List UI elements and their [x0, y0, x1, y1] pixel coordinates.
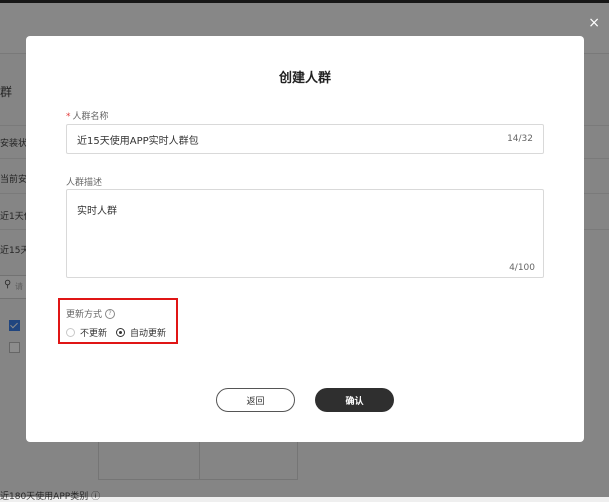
audience-name-value: 近15天使用APP实时人群包 — [77, 135, 199, 147]
radio-no-update[interactable]: 不更新 — [66, 326, 107, 339]
audience-description-textarea[interactable]: 实时人群 4/100 — [66, 189, 544, 278]
radio-checked-icon — [116, 328, 126, 337]
confirm-button[interactable]: 确认 — [315, 388, 394, 412]
audience-name-label: * 人群名称 — [66, 112, 109, 122]
help-icon[interactable]: ? — [105, 308, 116, 319]
update-mode-radio-group: 不更新 自动更新 — [66, 326, 175, 339]
close-icon[interactable]: × — [588, 16, 600, 30]
update-mode-label: 更新方式 ? — [66, 307, 116, 320]
dialog-title: 创建人群 — [278, 71, 331, 86]
back-button[interactable]: 返回 — [216, 388, 295, 412]
radio-no-update-label: 不更新 — [80, 329, 108, 339]
radio-auto-update[interactable]: 自动更新 — [116, 326, 166, 339]
audience-name-counter: 14/32 — [507, 134, 533, 144]
required-mark: * — [66, 112, 71, 122]
radio-unchecked-icon — [66, 328, 75, 337]
radio-auto-update-label: 自动更新 — [130, 329, 167, 339]
audience-description-counter: 4/100 — [509, 263, 535, 273]
audience-name-input[interactable]: 近15天使用APP实时人群包 14/32 — [66, 124, 544, 154]
audience-description-value: 实时人群 — [77, 206, 117, 217]
audience-description-label: 人群描述 — [66, 178, 103, 188]
create-audience-dialog: 创建人群 * 人群名称 近15天使用APP实时人群包 14/32 人群描述 实时人… — [26, 36, 584, 442]
